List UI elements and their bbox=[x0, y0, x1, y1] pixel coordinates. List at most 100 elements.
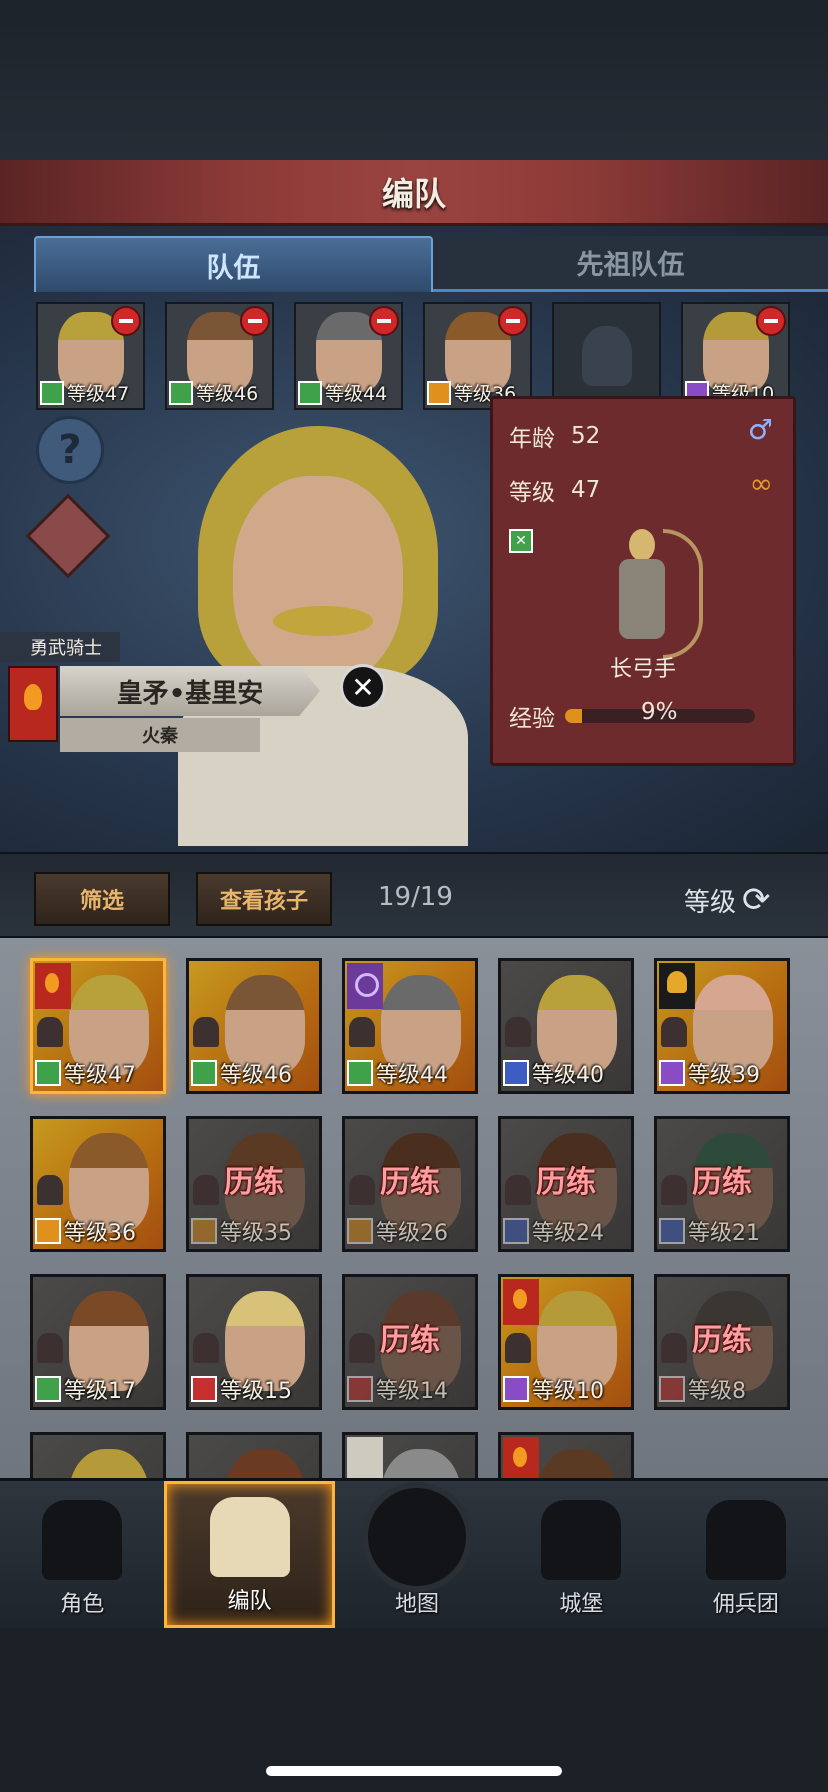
roster-card[interactable]: 等级40 bbox=[498, 958, 634, 1094]
class-icon bbox=[191, 1060, 217, 1086]
remove-icon[interactable] bbox=[498, 306, 528, 336]
card-level: 等级44 bbox=[347, 1057, 448, 1089]
refresh-icon: ⟳ bbox=[742, 880, 771, 920]
house-emblem-icon bbox=[659, 963, 695, 1009]
nav-item-castle[interactable]: 城堡 bbox=[499, 1481, 663, 1628]
roster-card[interactable]: 历练 等级21 bbox=[654, 1116, 790, 1252]
top-backdrop bbox=[0, 0, 828, 160]
level-text: 等级44 bbox=[325, 383, 388, 405]
roster-card[interactable]: 历练 等级24 bbox=[498, 1116, 634, 1252]
training-label: 历练 bbox=[224, 1165, 284, 1200]
team-slot[interactable]: 等级47 bbox=[36, 302, 145, 410]
nav-item-compass[interactable]: 地图 bbox=[335, 1481, 499, 1628]
tab-ancestor-team[interactable]: 先祖队伍 bbox=[433, 236, 828, 292]
remove-icon[interactable] bbox=[756, 306, 786, 336]
knight-mini-icon bbox=[193, 1017, 219, 1047]
home-indicator[interactable] bbox=[266, 1766, 562, 1776]
house-banner-icon bbox=[8, 666, 58, 742]
hero-portrait bbox=[178, 426, 478, 846]
roster-card[interactable]: 等级17 bbox=[30, 1274, 166, 1410]
card-level: 等级14 bbox=[347, 1373, 448, 1405]
roster-card[interactable]: 历练 等级35 bbox=[186, 1116, 322, 1252]
filter-button[interactable]: 筛选 bbox=[34, 872, 170, 926]
exp-row: 经验 bbox=[509, 699, 755, 733]
knight-icon bbox=[42, 1500, 123, 1580]
view-children-button[interactable]: 查看孩子 bbox=[196, 872, 332, 926]
ring-icon[interactable]: ∞ bbox=[750, 467, 773, 500]
roster-card[interactable]: 历练 等级26 bbox=[342, 1116, 478, 1252]
roster-card[interactable] bbox=[186, 1432, 322, 1478]
class-icon bbox=[503, 1060, 529, 1086]
nav-label: 佣兵团 bbox=[712, 1592, 779, 1617]
house-emblem-icon bbox=[503, 1279, 539, 1325]
class-icon bbox=[191, 1376, 217, 1402]
rank-icon[interactable] bbox=[25, 493, 111, 579]
level-text: 等级44 bbox=[376, 1063, 448, 1088]
hero-name[interactable]: 皇矛•基里安 bbox=[60, 666, 320, 716]
age-row: 年龄 52 bbox=[509, 419, 600, 453]
class-icon bbox=[503, 1376, 529, 1402]
nav-item-knight[interactable]: 角色 bbox=[0, 1481, 164, 1628]
help-icon[interactable]: ? bbox=[36, 416, 104, 484]
roster-card[interactable]: 等级47 bbox=[30, 958, 166, 1094]
sort-button[interactable]: 等级 ⟳ bbox=[684, 880, 771, 920]
remove-icon[interactable] bbox=[369, 306, 399, 336]
hero-info-card: 年龄 52 ♂ 等级 47 ∞ ✕ 长弓手 经验 9% bbox=[490, 396, 796, 766]
roster-card[interactable]: 等级36 bbox=[30, 1116, 166, 1252]
card-level: 等级39 bbox=[659, 1057, 760, 1089]
tab-team[interactable]: 队伍 bbox=[34, 236, 433, 292]
class-icon bbox=[659, 1060, 685, 1086]
class-icon bbox=[659, 1218, 685, 1244]
bottom-nav: 角色 编队 地图 城堡 佣兵团 bbox=[0, 1478, 828, 1628]
house-emblem-icon bbox=[35, 963, 71, 1009]
knight-mini-icon bbox=[37, 1175, 63, 1205]
level-text: 等级8 bbox=[688, 1379, 746, 1404]
house-emblem-icon bbox=[347, 1437, 383, 1478]
team-slot[interactable]: 等级44 bbox=[294, 302, 403, 410]
bow-class-icon bbox=[169, 380, 193, 405]
nav-label: 城堡 bbox=[559, 1592, 604, 1617]
remove-icon[interactable] bbox=[111, 306, 141, 336]
team-slot[interactable]: 等级46 bbox=[165, 302, 274, 410]
hero-face bbox=[381, 1449, 461, 1478]
nav-label: 角色 bbox=[60, 1592, 105, 1617]
roster-card[interactable]: 等级10 bbox=[498, 1274, 634, 1410]
nav-label: 编队 bbox=[227, 1589, 272, 1614]
hero-house: 火秦 bbox=[60, 718, 260, 752]
roster-card[interactable]: 等级44 bbox=[342, 958, 478, 1094]
level-text: 等级47 bbox=[67, 383, 130, 405]
team-slot[interactable]: 等级36 bbox=[423, 302, 532, 410]
card-level: 等级47 bbox=[35, 1057, 136, 1089]
roster-card[interactable]: 等级15 bbox=[186, 1274, 322, 1410]
remove-icon[interactable] bbox=[240, 306, 270, 336]
level-text: 等级26 bbox=[376, 1221, 448, 1246]
nav-item-mercenary[interactable]: 佣兵团 bbox=[664, 1481, 828, 1628]
level-text: 等级36 bbox=[64, 1221, 136, 1246]
class-icon bbox=[35, 1218, 61, 1244]
team-slot[interactable]: 等级10 bbox=[681, 302, 790, 410]
roster-card[interactable] bbox=[30, 1432, 166, 1478]
age-label: 年龄 bbox=[509, 426, 555, 452]
class-icon bbox=[191, 1218, 217, 1244]
dismiss-icon[interactable]: ✕ bbox=[340, 664, 386, 710]
shield-class-icon bbox=[427, 380, 451, 405]
slot-level: 等级44 bbox=[298, 379, 387, 406]
class-icon bbox=[347, 1218, 373, 1244]
team-slot-empty[interactable] bbox=[552, 302, 661, 410]
roster-card[interactable]: 历练 等级14 bbox=[342, 1274, 478, 1410]
level-text: 等级40 bbox=[532, 1063, 604, 1088]
roster-card[interactable]: 等级46 bbox=[186, 958, 322, 1094]
roster-card[interactable] bbox=[498, 1432, 634, 1478]
level-text: 等级47 bbox=[64, 1063, 136, 1088]
level-text: 等级24 bbox=[532, 1221, 604, 1246]
nav-item-helmet[interactable]: 编队 bbox=[164, 1481, 335, 1628]
training-label: 历练 bbox=[692, 1165, 752, 1200]
roster-card[interactable] bbox=[342, 1432, 478, 1478]
helmet-icon bbox=[209, 1497, 290, 1577]
roster-card[interactable]: 等级39 bbox=[654, 958, 790, 1094]
card-level: 等级15 bbox=[191, 1373, 292, 1405]
exp-label: 经验 bbox=[509, 706, 555, 732]
class-icon bbox=[347, 1376, 373, 1402]
roster-card[interactable]: 历练 等级8 bbox=[654, 1274, 790, 1410]
card-level: 等级36 bbox=[35, 1215, 136, 1247]
